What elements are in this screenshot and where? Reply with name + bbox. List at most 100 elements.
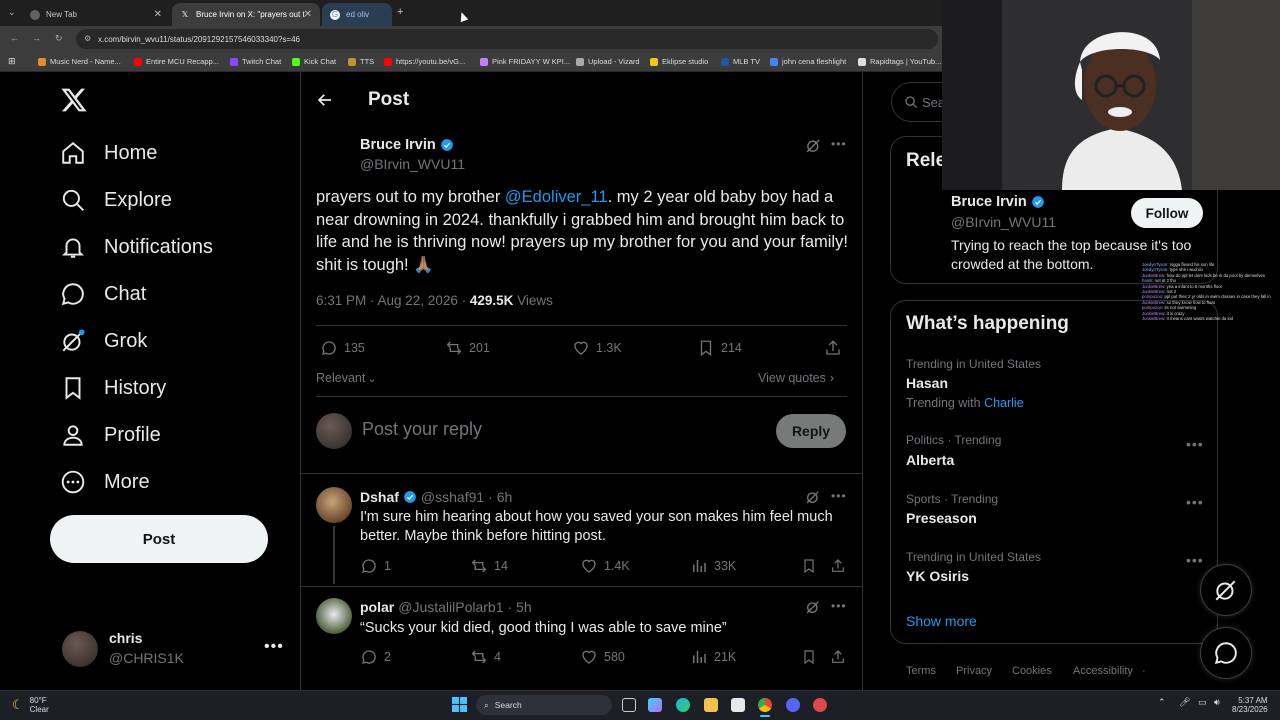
back-arrow-icon[interactable] — [316, 91, 334, 109]
bookmark-button[interactable]: 214 — [697, 339, 742, 357]
bookmark-kick-chat[interactable]: Kick Chat — [292, 57, 336, 66]
trend-more-icon[interactable]: ••• — [1186, 494, 1204, 510]
account-switcher[interactable]: chris @CHRIS1K — [109, 630, 184, 666]
reply-author-handle[interactable]: @sshaf91 — [421, 489, 484, 505]
bookmark-tts[interactable]: TTS — [348, 57, 374, 66]
relevant-person-name-row[interactable]: Bruce Irvin — [951, 194, 1045, 210]
taskbar-search[interactable]: ⌕ Search — [476, 695, 612, 715]
bookmark-eklipse[interactable]: Eklipse studio — [650, 57, 708, 66]
nav-profile[interactable]: Profile — [60, 417, 161, 453]
trend-name[interactable]: Alberta — [906, 452, 954, 468]
views-button[interactable]: 33K — [690, 557, 736, 575]
nav-more[interactable]: More — [60, 464, 150, 500]
file-explorer-icon[interactable] — [704, 698, 718, 712]
reply-author-name[interactable]: Dshaf — [360, 489, 399, 505]
like-button[interactable]: 580 — [580, 648, 625, 666]
new-tab-plus-icon[interactable]: + — [397, 6, 403, 18]
view-quotes-link[interactable]: View quotes › — [758, 371, 834, 385]
more-dots-icon[interactable]: ••• — [264, 638, 284, 656]
grok-icon[interactable] — [805, 489, 821, 505]
volume-icon[interactable]: 🔊︎ — [1214, 697, 1220, 708]
chat-fab[interactable] — [1200, 627, 1252, 679]
site-info-icon[interactable]: ⚙ — [84, 34, 91, 43]
reply-submit-button[interactable]: Reply — [776, 414, 846, 448]
x-logo-icon[interactable] — [60, 86, 88, 114]
forward-icon[interactable]: → — [32, 33, 41, 43]
show-more-link[interactable]: Show more — [906, 613, 977, 629]
trend-name[interactable]: YK Osiris — [906, 568, 969, 584]
edge-icon[interactable] — [676, 698, 690, 712]
copilot-icon[interactable] — [648, 698, 662, 712]
apps-grid-icon[interactable]: ⊞ — [8, 56, 16, 67]
weather-widget[interactable]: ☾ 80°F Clear — [12, 696, 49, 714]
bookmark-icon[interactable] — [801, 558, 817, 574]
back-icon[interactable]: ← — [10, 33, 19, 43]
reply-input[interactable]: Post your reply — [362, 419, 762, 443]
reply-button[interactable]: 2 — [360, 648, 391, 666]
address-bar[interactable]: ⚙ x.com/birvin_wvu11/status/209129215754… — [76, 29, 938, 49]
chrome-icon[interactable] — [758, 698, 772, 712]
footer-accessibility[interactable]: Accessibility — [1073, 665, 1133, 677]
bookmark-vizard[interactable]: Upload - Vizard — [576, 57, 640, 66]
author-handle[interactable]: @BIrvin_WVU11 — [360, 156, 465, 172]
network-icon[interactable]: ▭ — [1198, 697, 1207, 708]
author-name-row[interactable]: Bruce Irvin — [360, 137, 454, 153]
footer-terms[interactable]: Terms — [906, 665, 936, 677]
reply-more-icon[interactable]: ••• — [831, 599, 847, 613]
grok-fab[interactable] — [1200, 564, 1252, 616]
reply-avatar[interactable] — [316, 598, 352, 634]
relevant-person-handle[interactable]: @BIrvin_WVU11 — [951, 214, 1056, 230]
like-button[interactable]: 1.4K — [580, 557, 630, 575]
share-icon[interactable] — [830, 558, 846, 574]
bookmark-mlb-tv[interactable]: MLB TV — [721, 57, 760, 66]
trend-with-link[interactable]: Charlie — [984, 396, 1024, 410]
tab-ed-oliver[interactable]: G ed oliv — [322, 3, 392, 26]
nav-grok[interactable]: Grok — [60, 323, 147, 359]
post-button[interactable]: Post — [50, 515, 268, 563]
chevron-up-icon[interactable]: ⌃ — [1158, 697, 1166, 708]
grok-icon[interactable] — [805, 599, 821, 615]
reply-more-icon[interactable]: ••• — [831, 489, 847, 503]
nav-history[interactable]: History — [60, 370, 166, 406]
task-view-icon[interactable] — [622, 698, 636, 712]
reply-button[interactable]: 1 — [360, 557, 391, 575]
repost-button[interactable]: 14 — [470, 557, 508, 575]
nav-home[interactable]: Home — [60, 135, 157, 171]
follow-button[interactable]: Follow — [1131, 198, 1203, 228]
reload-icon[interactable]: ↻ — [55, 33, 63, 44]
store-icon[interactable] — [731, 698, 745, 712]
clock[interactable]: 5:37 AM 8/23/2026 — [1232, 696, 1268, 714]
bookmark-youtu-be[interactable]: https://youtu.be/vG... — [384, 57, 465, 66]
trend-more-icon[interactable]: ••• — [1186, 436, 1204, 452]
discord-icon[interactable] — [786, 698, 800, 712]
trend-name[interactable]: Preseason — [906, 510, 977, 526]
nav-explore[interactable]: Explore — [60, 182, 172, 218]
close-icon[interactable]: ✕ — [304, 9, 312, 20]
views-button[interactable]: 21K — [690, 648, 736, 666]
reply-time[interactable]: · 5h — [508, 599, 532, 615]
footer-privacy[interactable]: Privacy — [956, 665, 992, 677]
trend-name[interactable]: Hasan — [906, 375, 948, 391]
grok-icon[interactable] — [805, 137, 822, 154]
reply-author-name[interactable]: polar — [360, 599, 394, 615]
bookmark-icon[interactable] — [801, 649, 817, 665]
bookmark-john-cena[interactable]: john cena fleshlight — [770, 57, 846, 66]
reply-time[interactable]: · 6h — [488, 489, 512, 505]
mic-icon[interactable]: 🎤︎ — [1179, 697, 1190, 708]
tweet-more-icon[interactable]: ••• — [831, 137, 847, 151]
share-icon[interactable] — [824, 339, 842, 357]
tab-new-tab[interactable]: New Tab ✕ — [22, 3, 170, 26]
trend-more-icon[interactable]: ••• — [1186, 552, 1204, 568]
reply-button[interactable]: 135 — [320, 339, 365, 357]
tab-bruce-irvin[interactable]: 𝕏 Bruce Irvin on X: "prayers out t ✕ — [172, 3, 320, 26]
bookmark-twitch-chat[interactable]: Twitch Chat — [230, 57, 281, 66]
tab-list-chevron-icon[interactable]: ⌄ — [8, 7, 16, 18]
bookmark-pink-friday[interactable]: Pink FRIDAYY W KPI... — [480, 57, 570, 66]
bookmark-mcu[interactable]: Entire MCU Recapp... — [134, 57, 219, 66]
footer-cookies[interactable]: Cookies — [1012, 665, 1052, 677]
like-button[interactable]: 1.3K — [572, 339, 622, 357]
nav-chat[interactable]: Chat — [60, 276, 146, 312]
repost-button[interactable]: 201 — [445, 339, 490, 357]
tweet-timestamp[interactable]: 6:31 PM · Aug 22, 2026 · — [316, 293, 470, 308]
avatar[interactable] — [62, 631, 98, 667]
